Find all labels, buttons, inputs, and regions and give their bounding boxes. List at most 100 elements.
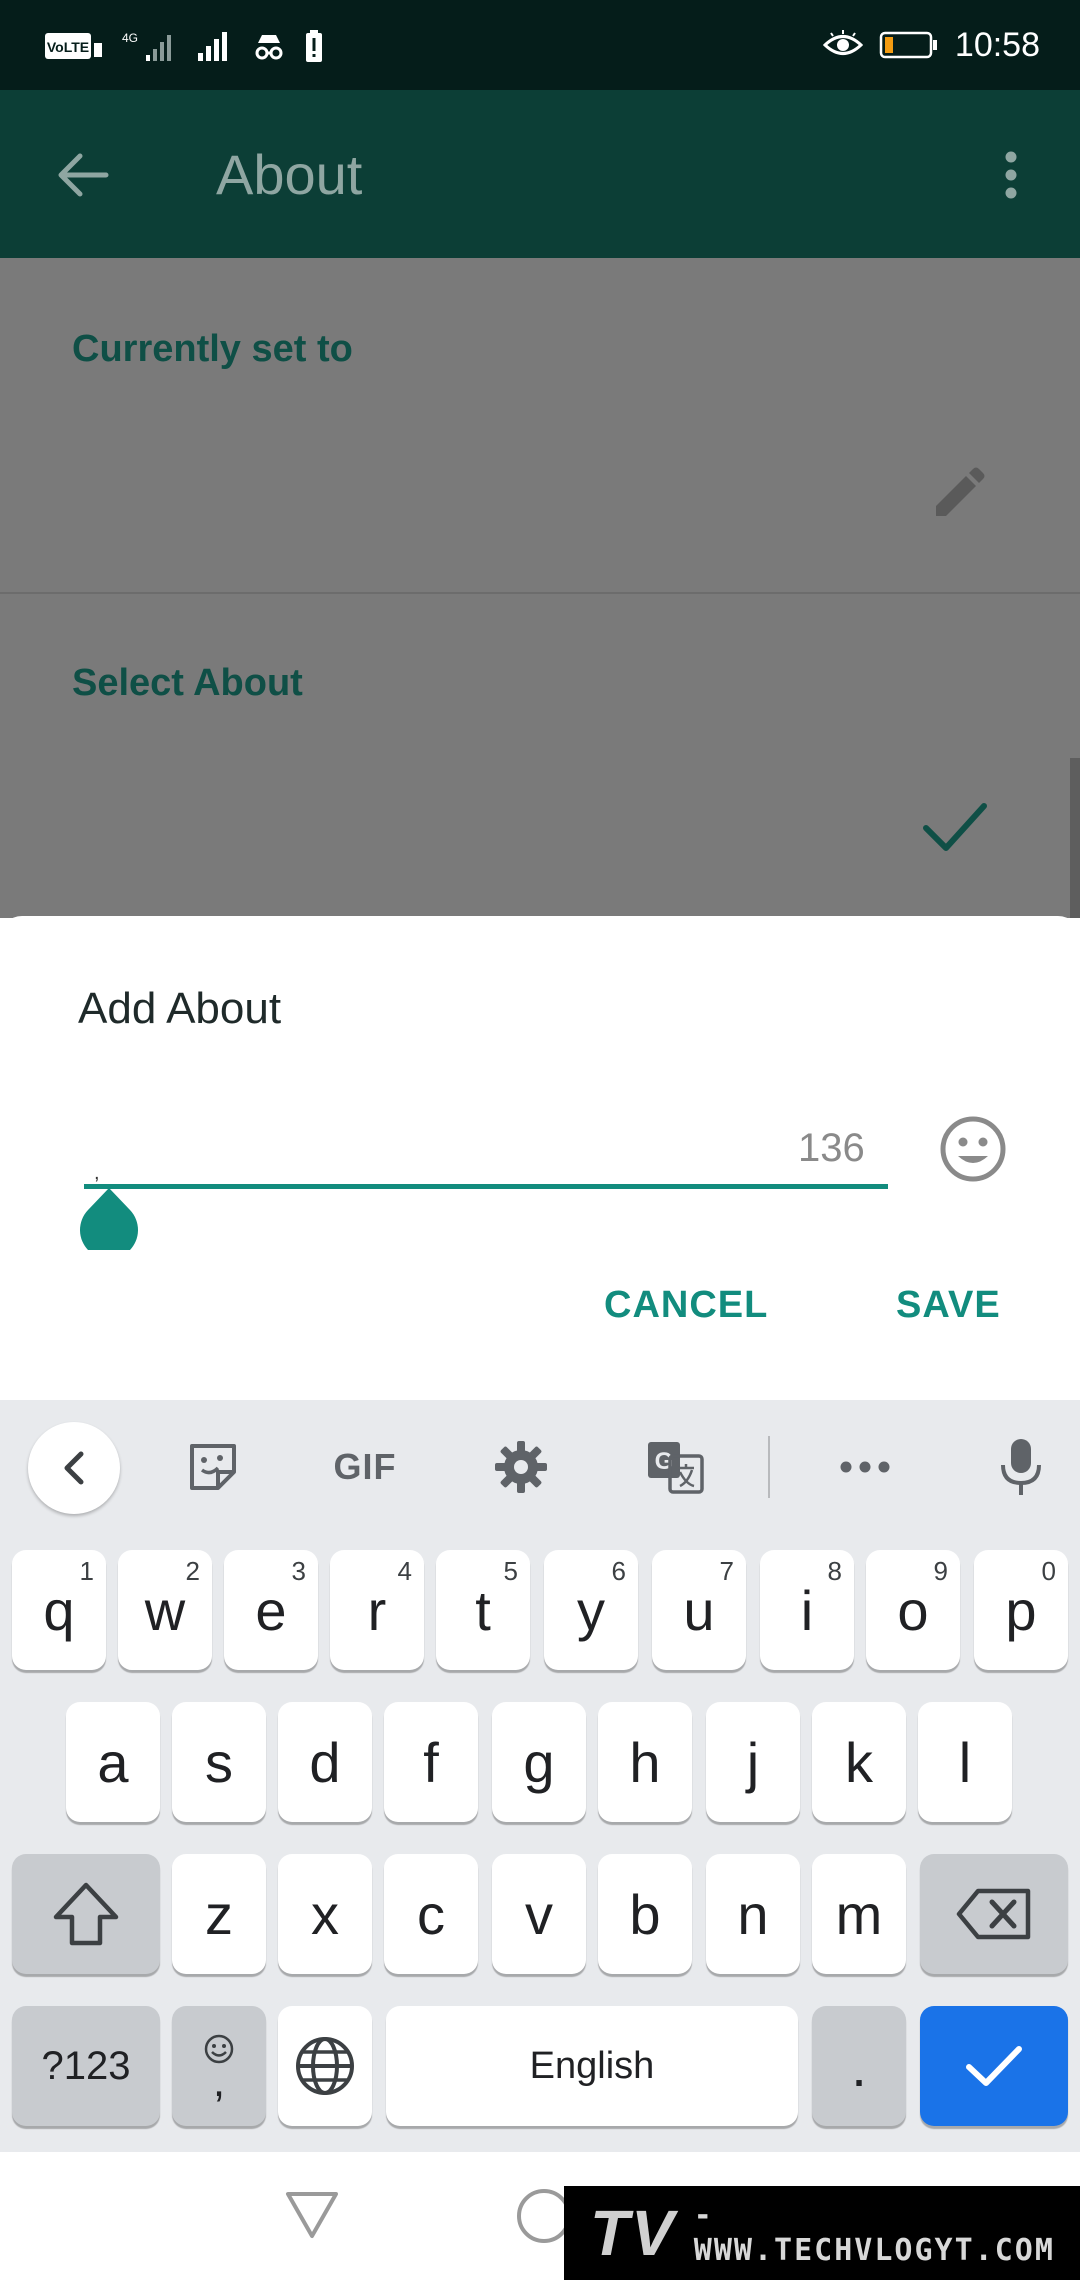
- key-x[interactable]: x: [278, 1854, 372, 1974]
- key-label: q: [43, 1578, 75, 1642]
- key-b[interactable]: b: [598, 1854, 692, 1974]
- key-label: t: [475, 1578, 491, 1642]
- key-i[interactable]: i8: [760, 1550, 854, 1670]
- backspace-key[interactable]: [920, 1854, 1068, 1974]
- key-s[interactable]: s: [172, 1702, 266, 1822]
- more-tools-button[interactable]: [820, 1422, 910, 1512]
- key-n[interactable]: n: [706, 1854, 800, 1974]
- key-f[interactable]: f: [384, 1702, 478, 1822]
- app-bar: About: [0, 90, 1080, 258]
- back-button[interactable]: [48, 140, 118, 210]
- translate-button[interactable]: G: [630, 1422, 720, 1512]
- about-input-text[interactable]: ,: [94, 1162, 100, 1185]
- signal-icon: [198, 32, 227, 61]
- key-label: p: [1005, 1578, 1037, 1642]
- watermark: TV - WWW.TECHVLOGYT.COM: [564, 2186, 1080, 2280]
- watermark-url: - WWW.TECHVLOGYT.COM: [693, 2198, 1055, 2268]
- key-label: w: [144, 1578, 186, 1642]
- more-options-button[interactable]: [986, 140, 1036, 210]
- chevron-left-icon: [64, 1451, 84, 1485]
- more-horiz-icon: [840, 1461, 890, 1473]
- section-divider: [0, 592, 1080, 594]
- voice-input-button[interactable]: [976, 1422, 1066, 1512]
- keyboard-settings-button[interactable]: [476, 1422, 566, 1512]
- about-input-underline[interactable]: [84, 1184, 888, 1189]
- key-r[interactable]: r4: [330, 1550, 424, 1670]
- edit-pencil-icon[interactable]: [928, 464, 988, 524]
- incognito-icon: [255, 35, 283, 60]
- space-key[interactable]: English: [386, 2006, 798, 2126]
- gif-button[interactable]: GIF: [320, 1422, 410, 1512]
- globe-icon: [296, 2037, 354, 2095]
- gear-icon: [495, 1441, 547, 1493]
- key-label: u: [683, 1578, 715, 1642]
- key-a[interactable]: a: [66, 1702, 160, 1822]
- about-content: Currently set to Select About: [0, 258, 1080, 918]
- key-k[interactable]: k: [812, 1702, 906, 1822]
- key-q[interactable]: q1: [12, 1550, 106, 1670]
- save-button[interactable]: SAVE: [896, 1284, 1001, 1327]
- select-about-label: Select About: [72, 662, 303, 704]
- status-time: 10:58: [954, 25, 1040, 64]
- emoji-comma-key[interactable]: ,: [172, 2006, 266, 2126]
- key-g[interactable]: g: [492, 1702, 586, 1822]
- keyboard-collapse-button[interactable]: [28, 1422, 120, 1514]
- key-w[interactable]: w2: [118, 1550, 212, 1670]
- status-left: VoLTE 4G: [44, 26, 324, 66]
- eye-comfort-icon: [822, 30, 863, 55]
- emoji-icon[interactable]: [938, 1114, 1008, 1184]
- key-c[interactable]: c: [384, 1854, 478, 1974]
- key-p[interactable]: p0: [974, 1550, 1068, 1670]
- symbols-key[interactable]: ?123: [12, 2006, 160, 2126]
- key-l[interactable]: l: [918, 1702, 1012, 1822]
- currently-set-to-label: Currently set to: [72, 328, 353, 370]
- key-j[interactable]: j: [706, 1702, 800, 1822]
- shift-icon: [53, 1882, 119, 1946]
- enter-key[interactable]: [920, 2006, 1068, 2126]
- backspace-icon: [956, 1888, 1031, 1940]
- language-key[interactable]: [278, 2006, 372, 2126]
- key-hint: 4: [397, 1556, 412, 1586]
- sticker-button[interactable]: [168, 1422, 258, 1512]
- key-e[interactable]: e3: [224, 1550, 318, 1670]
- key-label: e: [255, 1578, 287, 1642]
- key-z[interactable]: z: [172, 1854, 266, 1974]
- scrollbar[interactable]: [1070, 758, 1080, 918]
- cancel-button[interactable]: CANCEL: [604, 1284, 768, 1327]
- watermark-logo: TV: [590, 2197, 676, 2269]
- text-cursor-handle-icon[interactable]: [78, 1188, 140, 1250]
- comma-label: ,: [212, 2057, 226, 2106]
- keyboard: GIF G q 1 w 2 e 3 r 4 t 5 y 6 u 7 i 8 o …: [0, 1400, 1080, 2152]
- key-label: i: [800, 1578, 814, 1642]
- period-key[interactable]: .: [812, 2006, 906, 2126]
- check-icon: [966, 2046, 1022, 2086]
- key-y[interactable]: y6: [544, 1550, 638, 1670]
- page-title: About: [216, 143, 363, 206]
- volte-icon: VoLTE: [45, 33, 102, 59]
- key-h[interactable]: h: [598, 1702, 692, 1822]
- key-u[interactable]: u7: [652, 1550, 746, 1670]
- add-about-dialog: Add About , 136 CANCEL SAVE: [0, 916, 1080, 1400]
- key-hint: 6: [611, 1556, 626, 1586]
- volte-text: VoLTE: [47, 39, 89, 55]
- key-hint: 8: [827, 1556, 842, 1586]
- char-counter: 136: [798, 1126, 865, 1170]
- status-bar: VoLTE 4G 10:58: [0, 0, 1080, 90]
- key-o[interactable]: o9: [866, 1550, 960, 1670]
- network-type: 4G: [122, 31, 138, 45]
- arrow-back-icon: [58, 153, 109, 197]
- key-label: y: [577, 1578, 605, 1642]
- key-hint: 5: [503, 1556, 518, 1586]
- selected-check-icon: [923, 803, 987, 851]
- status-right: 10:58: [822, 22, 1040, 68]
- shift-key[interactable]: [12, 1854, 160, 1974]
- nav-back-icon[interactable]: [284, 2186, 340, 2242]
- key-v[interactable]: v: [492, 1854, 586, 1974]
- key-d[interactable]: d: [278, 1702, 372, 1822]
- key-m[interactable]: m: [812, 1854, 906, 1974]
- signal-4g-icon: 4G: [122, 31, 171, 61]
- microphone-icon: [1001, 1439, 1041, 1495]
- key-hint: 3: [291, 1556, 306, 1586]
- key-t[interactable]: t5: [436, 1550, 530, 1670]
- battery-icon: [879, 31, 937, 59]
